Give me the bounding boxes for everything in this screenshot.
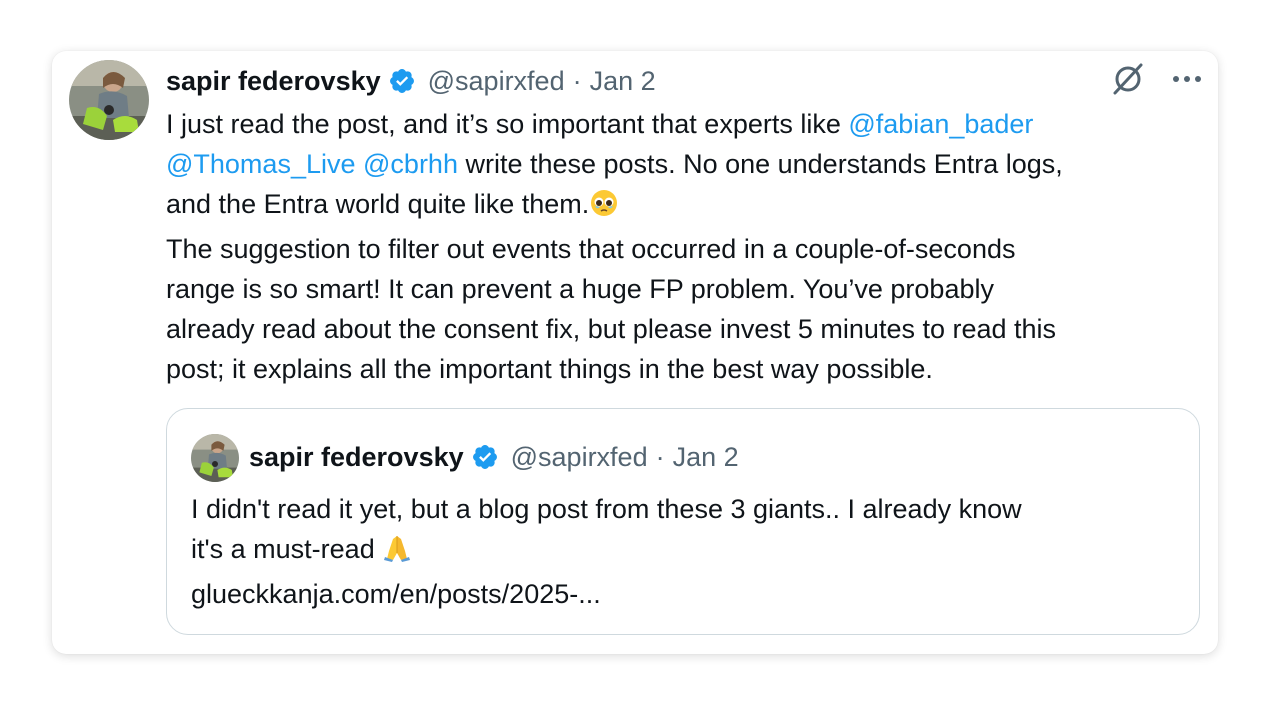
quoted-link[interactable]: glueckkanja.com/en/posts/2025-...	[191, 574, 1181, 614]
tweet-line: The suggestion to filter out events that…	[166, 234, 1016, 264]
verified-badge-icon	[471, 443, 499, 471]
quoted-line: I didn't read it yet, but a blog post fr…	[191, 494, 1022, 524]
author-handle[interactable]: @sapirxfed	[428, 66, 565, 97]
tweet-actions	[1110, 61, 1202, 97]
pleading-face-emoji	[589, 188, 619, 229]
tweet-line: range is so smart! It can prevent a huge…	[166, 274, 994, 304]
tweet-line: already read about the consent fix, but …	[166, 314, 1057, 344]
more-options-icon[interactable]	[1172, 74, 1202, 84]
quoted-text: I didn't read it yet, but a blog post fr…	[191, 489, 1181, 614]
quoted-header: sapir federovsky @sapirxfed · Jan 2	[249, 439, 739, 475]
separator-dot: ·	[655, 441, 665, 472]
tweet-header: sapir federovsky @sapirxfed · Jan 2	[166, 63, 656, 99]
tweet-line: I just read the post, and it’s so import…	[166, 109, 1034, 139]
avatar[interactable]	[69, 60, 149, 140]
mention-link[interactable]: @Thomas_Live	[166, 149, 356, 179]
quoted-author-name[interactable]: sapir federovsky	[249, 442, 464, 473]
quoted-tweet[interactable]: sapir federovsky @sapirxfed · Jan 2 I di…	[166, 408, 1200, 635]
quoted-avatar[interactable]	[191, 434, 239, 482]
quoted-line: it's a must-read	[191, 529, 1181, 574]
folded-hands-emoji	[382, 533, 412, 574]
tweet-line: post; it explains all the important thin…	[166, 354, 933, 384]
tweet-line: @Thomas_Live @cbrhh write these posts. N…	[166, 149, 1063, 179]
mention-link[interactable]: @fabian_bader	[848, 109, 1033, 139]
verified-badge-icon	[388, 67, 416, 95]
mention-link[interactable]: @cbrhh	[363, 149, 458, 179]
quoted-author-handle[interactable]: @sapirxfed	[511, 442, 648, 473]
quoted-date[interactable]: Jan 2	[673, 442, 739, 473]
author-name[interactable]: sapir federovsky	[166, 66, 381, 97]
tweet-date[interactable]: Jan 2	[590, 66, 656, 97]
tweet-card[interactable]: sapir federovsky @sapirxfed · Jan 2 I ju…	[52, 51, 1218, 654]
grok-icon[interactable]	[1110, 61, 1146, 97]
tweet-text: I just read the post, and it’s so import…	[166, 104, 1206, 389]
separator-dot: ·	[572, 65, 582, 96]
tweet-line: and the Entra world quite like them.	[166, 184, 1206, 229]
